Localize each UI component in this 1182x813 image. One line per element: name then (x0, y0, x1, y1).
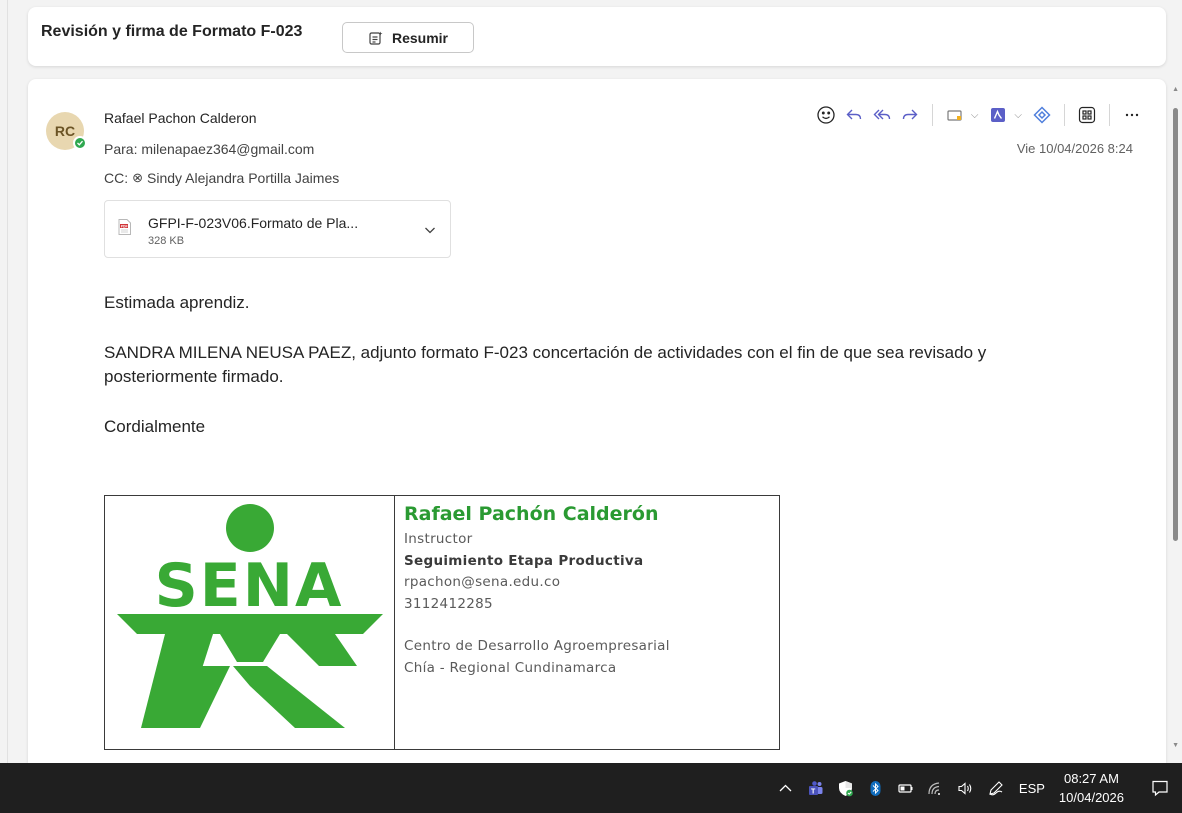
clock-time: 08:27 AM (1063, 771, 1119, 786)
show-hidden-icons-chevron-icon[interactable] (771, 763, 801, 813)
signature-name: Rafael Pachón Calderón (404, 503, 659, 525)
attachment-name: GFPI-F-023V06.Formato de Pla... (148, 215, 359, 231)
reply-all-icon[interactable] (868, 101, 896, 129)
attachment-size: 328 KB (148, 235, 185, 247)
signature-email[interactable]: rpachon@sena.edu.co (404, 572, 779, 594)
forward-icon[interactable] (896, 101, 924, 129)
presence-available-icon (73, 136, 87, 150)
notifications-icon[interactable] (1138, 763, 1182, 813)
pdf-app-icon[interactable] (984, 101, 1012, 129)
body-greeting: Estimada aprendiz. (104, 293, 250, 312)
windows-taskbar: T ESP 08:27 AM 10/04/2026 (0, 763, 1182, 813)
loop-icon[interactable] (1028, 101, 1056, 129)
toolbar-divider (931, 104, 933, 126)
sender-name[interactable]: Rafael Pachon Calderon (104, 110, 257, 126)
battery-icon[interactable] (891, 763, 921, 813)
cc-label: CC: (104, 170, 129, 186)
cc-recipients: CC: ⊗ Sindy Alejandra Portilla Jaimes (104, 170, 339, 186)
emoji-icon[interactable] (812, 101, 840, 129)
signature-area: Seguimiento Etapa Productiva (404, 552, 644, 569)
signature-center: Centro de Desarrollo Agroempresarial (404, 638, 670, 654)
security-shield-icon[interactable] (831, 763, 861, 813)
pen-icon[interactable] (981, 763, 1011, 813)
message-card: RC Rafael Pachon Calderon Para: milenapa… (28, 79, 1166, 763)
toolbar-divider (1064, 104, 1065, 126)
signature-details: Rafael Pachón Calderón Instructor Seguim… (395, 496, 779, 749)
summarize-icon (369, 31, 383, 45)
scroll-down-arrow-icon[interactable]: ▼ (1172, 742, 1179, 749)
signature-role: Instructor (404, 531, 473, 547)
to-recipients[interactable]: Para: milenapaez364@gmail.com (104, 141, 314, 157)
chevron-down-icon[interactable] (423, 223, 437, 237)
wifi-icon[interactable] (921, 763, 951, 813)
subject-title: Revisión y firma de Formato F-023 (41, 23, 303, 40)
attachment-card[interactable]: PDF GFPI-F-023V06.Formato de Pla... 328 … (104, 200, 451, 258)
message-datetime: Vie 10/04/2026 8:24 (1016, 141, 1133, 156)
left-pane-edge (0, 0, 8, 763)
chevron-down-icon[interactable]: ⌵ (971, 110, 979, 121)
teams-icon[interactable]: T (801, 763, 831, 813)
taskbar-clock[interactable]: 08:27 AM 10/04/2026 (1059, 769, 1124, 807)
subject-header: Revisión y firma de Formato F-023 Resumi… (28, 7, 1166, 66)
pdf-file-icon: PDF (118, 219, 131, 235)
svg-text:SENA: SENA (155, 551, 344, 621)
clock-date: 10/04/2026 (1058, 790, 1124, 805)
summarize-button[interactable]: Resumir (342, 22, 474, 53)
summarize-label: Resumir (391, 29, 449, 46)
volume-icon[interactable] (951, 763, 981, 813)
bluetooth-icon[interactable] (861, 763, 891, 813)
system-tray: T ESP 08:27 AM 10/04/2026 (771, 763, 1182, 813)
blocked-recipient-icon: ⊗ (132, 170, 144, 185)
email-signature: SENA Rafael Pachón Calderón Instructor S… (104, 495, 780, 750)
input-language[interactable]: ESP (1019, 781, 1045, 796)
more-icon[interactable] (1118, 101, 1146, 129)
svg-text:PDF: PDF (121, 224, 128, 228)
message-body: Estimada aprendiz. SANDRA MILENA NEUSA P… (104, 291, 1084, 465)
body-paragraph: SANDRA MILENA NEUSA PAEZ, adjunto format… (104, 343, 987, 386)
message-actions-toolbar: ⌵ ⌵ (812, 101, 1146, 129)
apps-icon[interactable] (1073, 101, 1101, 129)
chevron-down-icon[interactable]: ⌵ (1014, 110, 1022, 121)
sena-logo: SENA (105, 496, 395, 749)
toolbar-divider (1109, 104, 1110, 126)
signature-region: Chía - Regional Cundinamarca (404, 659, 617, 676)
tag-icon[interactable] (941, 101, 969, 129)
signature-phone: 3112412285 (404, 595, 493, 612)
body-closing: Cordialmente (104, 417, 206, 436)
signature-spacer (404, 615, 779, 636)
cc-recipient-name[interactable]: Sindy Alejandra Portilla Jaimes (147, 170, 339, 186)
scrollbar-thumb[interactable] (1173, 108, 1178, 541)
scroll-up-arrow-icon[interactable]: ▲ (1172, 86, 1179, 93)
reply-icon[interactable] (840, 101, 868, 129)
svg-text:T: T (811, 788, 816, 795)
